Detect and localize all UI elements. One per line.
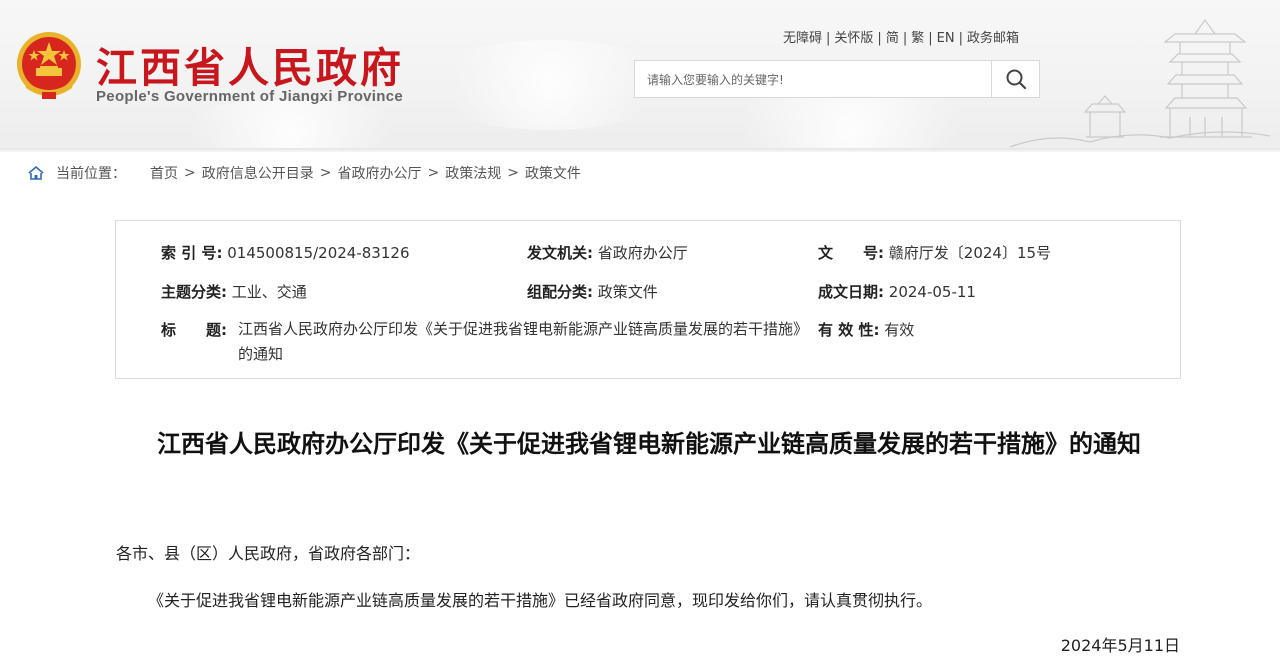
pavilion-illustration-icon <box>1000 18 1271 151</box>
breadcrumb-separator: > <box>427 165 440 181</box>
site-subtitle: People's Government of Jiangxi Province <box>96 88 404 105</box>
info-category-label: 组配分类: <box>527 283 593 301</box>
info-validity-label: 有 效 性: <box>818 321 880 339</box>
info-topic-label: 主题分类: <box>161 283 227 301</box>
info-date: 成文日期: 2024-05-11 <box>818 281 976 302</box>
info-validity-value: 有效 <box>884 321 915 339</box>
breadcrumb: 当前位置： 首页 > 政府信息公开目录 > 省政府办公厅 > 政策法规 > 政策… <box>28 163 581 183</box>
link-accessibility[interactable]: 无障碍 <box>783 31 822 46</box>
info-docno-value: 赣府厅发〔2024〕15号 <box>888 244 1052 262</box>
article-title: 江西省人民政府办公厅印发《关于促进我省锂电新能源产业链高质量发展的若干措施》的通… <box>157 430 1141 458</box>
info-title-label: 标 题: <box>161 321 227 339</box>
breadcrumb-separator: > <box>319 165 332 181</box>
home-icon <box>28 166 44 180</box>
search-placeholder: 请输入您要输入的关键字! <box>647 72 784 87</box>
breadcrumb-info-catalog[interactable]: 政府信息公开目录 <box>202 163 314 183</box>
info-topic: 主题分类: 工业、交通 <box>161 281 307 302</box>
link-english[interactable]: EN <box>937 31 955 46</box>
info-index-label: 索 引 号: <box>161 244 223 262</box>
article-greeting: 各市、县（区）人民政府，省政府各部门： <box>116 544 421 563</box>
info-index-value: 014500815/2024-83126 <box>227 244 410 262</box>
info-issuer: 发文机关: 省政府办公厅 <box>527 242 688 263</box>
info-date-label: 成文日期: <box>818 283 884 301</box>
breadcrumb-location-label: 当前位置： <box>56 166 126 182</box>
info-title-label-wrap: 标 题: <box>161 319 227 340</box>
article-date: 2024年5月11日 <box>1060 636 1180 655</box>
info-title-value: 江西省人民政府办公厅印发《关于促进我省锂电新能源产业链高质量发展的若干措施》的通… <box>238 320 809 363</box>
article-body-paragraph: 《关于促进我省锂电新能源产业链高质量发展的若干措施》已经省政府同意，现印发给你们… <box>148 591 933 610</box>
info-issuer-label: 发文机关: <box>527 244 593 262</box>
info-docno: 文 号: 赣府厅发〔2024〕15号 <box>818 242 1051 263</box>
national-emblem-icon[interactable] <box>14 30 84 102</box>
breadcrumb-policy-docs[interactable]: 政策文件 <box>525 163 581 183</box>
link-simplified[interactable]: 简 <box>886 31 899 46</box>
breadcrumb-home[interactable]: 首页 <box>150 163 178 183</box>
header-divider <box>0 148 1280 152</box>
info-date-value: 2024-05-11 <box>888 283 976 301</box>
document-info-box: 索 引 号: 014500815/2024-83126 发文机关: 省政府办公厅… <box>115 220 1181 379</box>
top-links: 无障碍 | 关怀版 | 简 | 繁 | EN | 政务邮箱 <box>783 31 1019 46</box>
info-index: 索 引 号: 014500815/2024-83126 <box>161 242 409 263</box>
site-title[interactable]: 江西省人民政府 <box>96 34 404 94</box>
info-validity: 有 效 性: 有效 <box>818 319 914 340</box>
info-category: 组配分类: 政策文件 <box>527 281 658 302</box>
search-input[interactable]: 请输入您要输入的关键字! <box>634 60 992 98</box>
breadcrumb-separator: > <box>184 165 196 181</box>
breadcrumb-separator: > <box>507 165 519 181</box>
site-header: 江西省人民政府 People's Government of Jiangxi P… <box>0 0 1280 152</box>
link-care-version[interactable]: 关怀版 <box>834 31 873 46</box>
link-traditional[interactable]: 繁 <box>911 31 924 46</box>
info-category-value: 政策文件 <box>597 283 658 301</box>
breadcrumb-general-office[interactable]: 省政府办公厅 <box>337 163 421 183</box>
info-docno-label: 文 号: <box>818 244 884 262</box>
info-issuer-value: 省政府办公厅 <box>597 244 688 262</box>
breadcrumb-policies[interactable]: 政策法规 <box>445 163 501 183</box>
info-topic-value: 工业、交通 <box>231 283 307 301</box>
